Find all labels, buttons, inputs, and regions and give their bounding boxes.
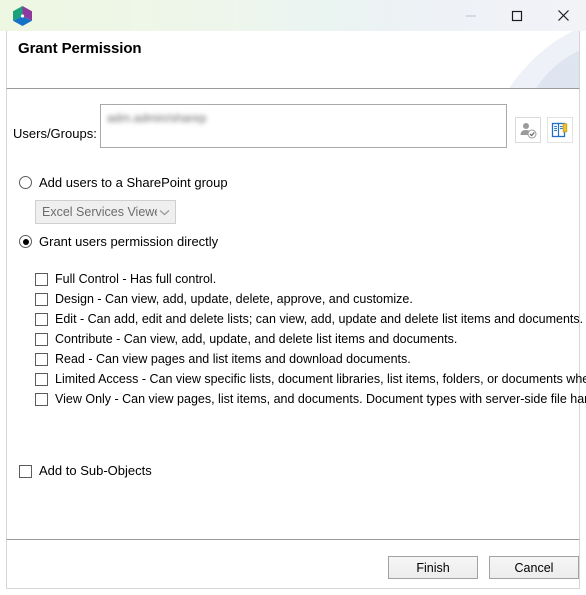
checkbox-permission-3[interactable] [35, 333, 48, 346]
app-cube-icon [12, 5, 33, 27]
permission-row[interactable]: Design - Can view, add, update, delete, … [35, 291, 586, 311]
radio-indicator-grant-directly[interactable] [19, 235, 32, 248]
checkbox-permission-4[interactable] [35, 353, 48, 366]
permission-row[interactable]: View Only - Can view pages, list items, … [35, 391, 586, 411]
close-icon [557, 10, 569, 21]
maximize-button[interactable] [494, 0, 540, 31]
checkbox-permission-5[interactable] [35, 373, 48, 386]
checkbox-add-to-sub-objects[interactable] [19, 465, 32, 478]
permission-label: Read - Can view pages and list items and… [55, 352, 411, 366]
radio-label-grant-directly: Grant users permission directly [39, 234, 219, 249]
grant-permission-dialog: Grant Permission Users/Groups: adm.admin… [0, 0, 586, 595]
window-controls [448, 0, 586, 31]
add-to-sub-objects-label: Add to Sub-Objects [39, 463, 152, 478]
users-groups-label: Users/Groups: [13, 126, 97, 141]
maximize-icon [511, 10, 523, 21]
page-title: Grant Permission [18, 40, 142, 57]
checkbox-permission-6[interactable] [35, 393, 48, 406]
header-decoration [509, 31, 579, 88]
checkbox-permission-0[interactable] [35, 273, 48, 286]
permission-row[interactable]: Contribute - Can view, add, update, and … [35, 331, 586, 351]
header-banner: Grant Permission [6, 31, 580, 89]
permission-label: Contribute - Can view, add, update, and … [55, 332, 458, 346]
permission-label: Full Control - Has full control. [55, 272, 217, 286]
permission-row[interactable]: Limited Access - Can view specific lists… [35, 371, 586, 391]
check-names-button[interactable] [515, 117, 541, 143]
cancel-button[interactable]: Cancel [489, 556, 579, 579]
add-to-sub-objects-row[interactable]: Add to Sub-Objects [19, 463, 152, 478]
permission-row[interactable]: Edit - Can add, edit and delete lists; c… [35, 311, 586, 331]
permission-label: Limited Access - Can view specific lists… [55, 372, 586, 386]
address-book-icon [551, 122, 568, 138]
chevron-down-icon [157, 205, 171, 219]
permission-row[interactable]: Full Control - Has full control. [35, 271, 586, 291]
radio-indicator-add-to-group[interactable] [19, 176, 32, 189]
sharepoint-group-value: Excel Services Viewers [42, 205, 157, 219]
permission-levels-list: Full Control - Has full control. Design … [35, 271, 586, 411]
close-button[interactable] [540, 0, 586, 31]
checkbox-permission-1[interactable] [35, 293, 48, 306]
sharepoint-group-select[interactable]: Excel Services Viewers [35, 200, 176, 224]
radio-add-to-sharepoint-group[interactable]: Add users to a SharePoint group [19, 175, 228, 190]
checkbox-permission-2[interactable] [35, 313, 48, 326]
minimize-icon [466, 15, 476, 16]
permission-label: View Only - Can view pages, list items, … [55, 392, 586, 406]
check-names-icon [520, 123, 537, 139]
permission-label: Edit - Can add, edit and delete lists; c… [55, 312, 584, 326]
users-groups-value: adm.admin/sharep [107, 111, 207, 125]
radio-label-add-to-group: Add users to a SharePoint group [39, 175, 228, 190]
radio-grant-users-directly[interactable]: Grant users permission directly [19, 234, 218, 249]
permission-row[interactable]: Read - Can view pages and list items and… [35, 351, 586, 371]
permission-label: Design - Can view, add, update, delete, … [55, 292, 413, 306]
finish-button[interactable]: Finish [388, 556, 478, 579]
address-book-button[interactable] [547, 117, 573, 143]
title-bar [0, 0, 586, 31]
users-groups-input[interactable]: adm.admin/sharep [100, 104, 507, 148]
minimize-button[interactable] [448, 0, 494, 31]
